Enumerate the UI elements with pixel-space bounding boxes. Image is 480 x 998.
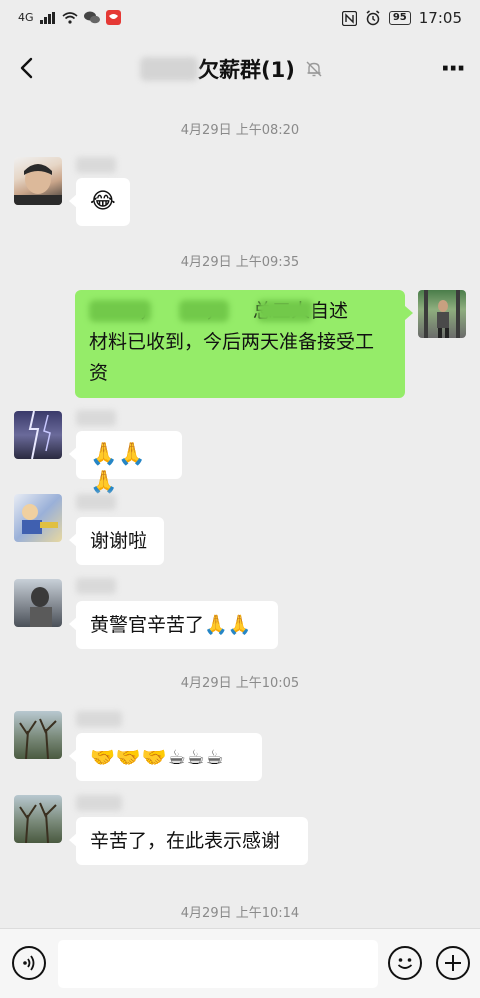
mute-bell-icon — [306, 61, 322, 77]
redacted-name — [257, 300, 313, 322]
message-text: 谢谢啦 — [90, 530, 148, 552]
redacted-name — [179, 300, 229, 322]
message-text: 🤝🤝🤝☕☕☕ — [90, 745, 225, 769]
avatar[interactable] — [14, 795, 62, 843]
person-photo-icon — [30, 587, 52, 627]
redacted-sender-name — [76, 578, 116, 594]
avatar[interactable] — [14, 157, 62, 205]
redacted-sender-name — [76, 410, 116, 426]
message-bubble[interactable]: 🙏🙏🙏 — [69, 431, 182, 495]
message-text: 辛苦了，在此表示感谢 — [90, 830, 281, 852]
wifi-icon — [62, 11, 78, 24]
message-bubble[interactable]: 黄警官辛苦了🙏🙏 — [69, 601, 278, 649]
more-functions-button[interactable] — [436, 946, 470, 980]
smiley-icon — [397, 958, 413, 969]
redacted-sender-name — [76, 711, 122, 727]
person-photo-icon — [424, 290, 460, 338]
redacted-sender-name — [76, 157, 116, 173]
my-message-bubble[interactable]: ， ， 总三人自述 材料已收到，今后两天准备接受工 资 — [75, 290, 413, 398]
message-bubble[interactable]: 辛苦了，在此表示感谢 — [69, 817, 308, 865]
status-right: 95 17:05 — [341, 9, 462, 27]
message-text-line: 资 — [89, 362, 109, 384]
my-avatar[interactable] — [418, 290, 466, 338]
person-photo-icon — [14, 164, 62, 205]
wechat-icon — [83, 11, 100, 24]
lightning-photo-icon — [28, 411, 51, 459]
plus-icon — [445, 955, 461, 971]
signal-icon — [39, 11, 55, 24]
message-bubble[interactable]: 😂 — [69, 178, 130, 226]
message-text: 😂 — [90, 189, 117, 214]
voice-input-button[interactable] — [12, 946, 46, 980]
network-type: 4G — [18, 11, 34, 24]
redacted-title-part — [140, 57, 198, 81]
message-bubble[interactable]: 谢谢啦 — [69, 517, 164, 565]
back-arrow-icon[interactable] — [14, 54, 42, 82]
timestamp: 4月29日 上午09:35 — [180, 255, 300, 270]
timestamp: 4月29日 上午10:05 — [180, 676, 300, 691]
battery-indicator: 95 — [388, 11, 411, 25]
message-text: 🙏🙏🙏 — [90, 442, 147, 495]
message-bubble[interactable]: 🤝🤝🤝☕☕☕ — [69, 733, 262, 781]
chat-header: 欠薪群(1) ··· — [0, 36, 480, 98]
avatar[interactable] — [14, 579, 62, 627]
redacted-sender-name — [76, 795, 122, 811]
tree-photo-icon — [19, 718, 57, 759]
emoji-button[interactable] — [388, 946, 422, 980]
input-bar — [0, 928, 480, 998]
redacted-sender-name — [76, 494, 116, 510]
message-input[interactable] — [58, 940, 378, 988]
nfc-icon — [341, 10, 357, 26]
clock: 17:05 — [418, 9, 462, 27]
avatar[interactable] — [14, 411, 62, 459]
avatar[interactable] — [14, 711, 62, 759]
status-left: 4G — [18, 10, 121, 25]
status-bar: 4G 95 17:05 — [0, 0, 480, 36]
alarm-icon — [366, 10, 380, 26]
redacted-name — [89, 300, 151, 322]
more-options-icon[interactable]: ··· — [440, 56, 466, 82]
tree-photo-icon — [19, 802, 57, 843]
notification-app-icon — [105, 10, 121, 25]
timestamp: 4月29日 上午08:20 — [180, 123, 300, 138]
message-text-line: 材料已收到，今后两天准备接受工 — [89, 331, 375, 353]
chat-title: 欠薪群(1) — [198, 58, 295, 82]
cartoon-avatar-icon — [22, 504, 58, 534]
voice-icon — [23, 955, 35, 971]
message-text: 黄警官辛苦了🙏🙏 — [90, 614, 252, 636]
timestamp: 4月29日 上午10:14 — [180, 906, 300, 921]
avatar[interactable] — [14, 494, 62, 542]
chat-title-area[interactable]: 欠薪群(1) — [140, 54, 323, 84]
